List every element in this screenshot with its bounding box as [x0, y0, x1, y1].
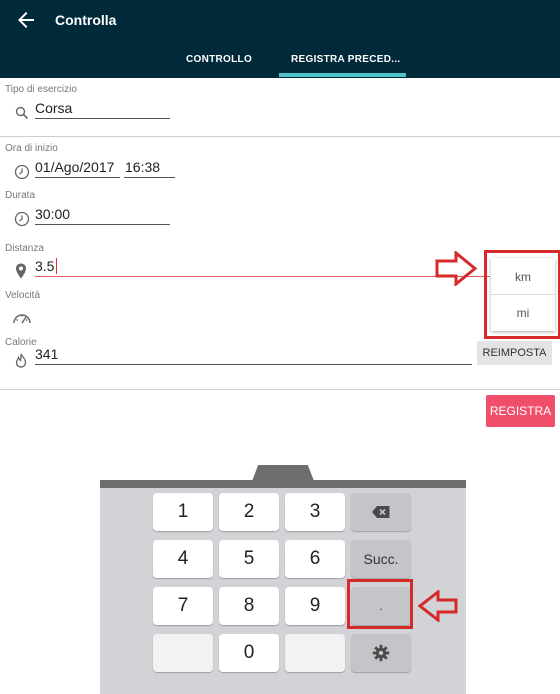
- distance-underline: [35, 276, 490, 277]
- key-5[interactable]: 5: [219, 540, 279, 578]
- back-arrow-icon[interactable]: [14, 8, 38, 32]
- exercise-type-underline: [35, 118, 170, 119]
- start-time-underline: [124, 177, 175, 178]
- distance-input[interactable]: 3.5: [35, 258, 54, 274]
- speed-label: Velocità: [5, 290, 41, 301]
- exercise-type-label: Tipo di esercizio: [5, 84, 77, 95]
- key-9[interactable]: 9: [285, 587, 345, 625]
- section-divider: [0, 389, 560, 390]
- app-header: Controlla CONTROLLO REGISTRA PRECED...: [0, 0, 560, 78]
- exercise-type-input[interactable]: Corsa: [35, 100, 72, 116]
- key-2[interactable]: 2: [219, 493, 279, 531]
- duration-underline: [35, 224, 170, 225]
- key-6[interactable]: 6: [285, 540, 345, 578]
- start-time-label: Ora di inizio: [5, 143, 58, 154]
- text-cursor: [56, 258, 57, 274]
- key-3[interactable]: 3: [285, 493, 345, 531]
- annotation-highlight-box: [484, 250, 560, 339]
- annotation-highlight-box: [347, 579, 413, 629]
- search-icon: [15, 106, 29, 120]
- keyboard-handle[interactable]: [252, 465, 314, 481]
- active-tab-indicator: [279, 73, 406, 77]
- clock-icon: [14, 211, 30, 227]
- speedometer-icon: [13, 314, 31, 324]
- key-7[interactable]: 7: [153, 587, 213, 625]
- key-settings[interactable]: [351, 634, 411, 672]
- flame-icon: [15, 353, 27, 368]
- page-title: Controlla: [55, 12, 117, 28]
- key-blank-left: [153, 634, 213, 672]
- key-0[interactable]: 0: [219, 634, 279, 672]
- section-divider: [0, 136, 560, 137]
- backspace-icon: [372, 506, 390, 518]
- calories-input[interactable]: 341: [35, 346, 58, 362]
- duration-input[interactable]: 30:00: [35, 206, 70, 222]
- start-date-input[interactable]: 01/Ago/2017: [35, 159, 114, 175]
- annotation-arrow-icon: [418, 590, 458, 622]
- register-button[interactable]: REGISTRA: [486, 395, 555, 427]
- distance-label: Distanza: [5, 243, 44, 254]
- calories-underline: [35, 364, 472, 365]
- start-time-input[interactable]: 16:38: [125, 159, 160, 175]
- key-1[interactable]: 1: [153, 493, 213, 531]
- location-pin-icon: [16, 263, 26, 279]
- key-8[interactable]: 8: [219, 587, 279, 625]
- clock-icon: [14, 164, 30, 180]
- start-date-underline: [35, 177, 120, 178]
- key-blank-right: [285, 634, 345, 672]
- app-root: Controlla CONTROLLO REGISTRA PRECED... T…: [0, 0, 560, 694]
- keyboard-top-bar: [100, 480, 466, 488]
- gear-icon: [372, 644, 390, 662]
- reset-button[interactable]: REIMPOSTA: [477, 341, 552, 365]
- calories-label: Calorie: [5, 337, 37, 348]
- key-backspace[interactable]: [351, 493, 411, 531]
- key-next[interactable]: Succ.: [351, 540, 411, 578]
- tab-registra-precedente[interactable]: REGISTRA PRECED...: [291, 54, 401, 65]
- annotation-arrow-icon: [435, 251, 477, 286]
- tab-controllo[interactable]: CONTROLLO: [186, 54, 252, 65]
- key-4[interactable]: 4: [153, 540, 213, 578]
- duration-label: Durata: [5, 190, 36, 201]
